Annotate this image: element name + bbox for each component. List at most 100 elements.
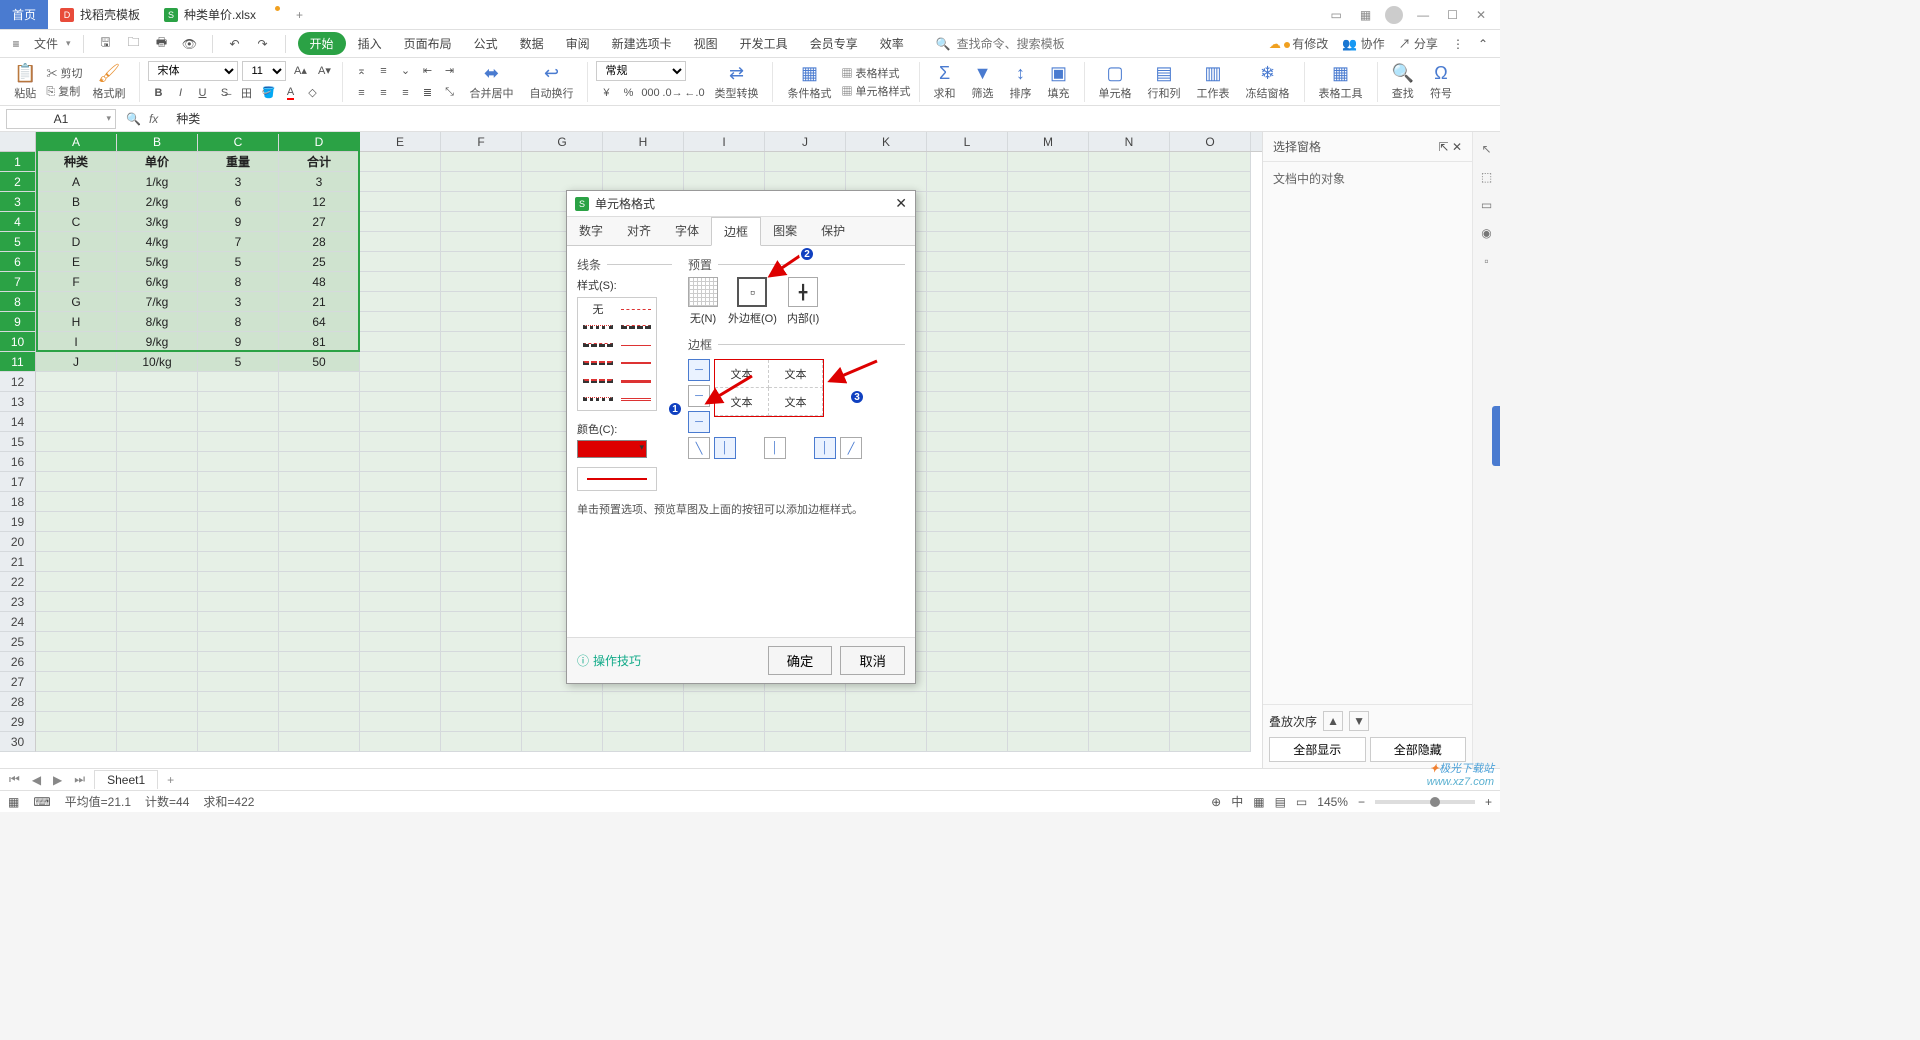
tab-add[interactable]: + bbox=[286, 0, 313, 29]
cell[interactable] bbox=[1008, 312, 1089, 332]
cell[interactable] bbox=[441, 532, 522, 552]
cell[interactable] bbox=[441, 652, 522, 672]
cell[interactable] bbox=[1170, 472, 1251, 492]
rowhead[interactable]: 27 bbox=[0, 672, 36, 692]
border-left-btn[interactable]: │ bbox=[714, 437, 736, 459]
colhead[interactable]: N bbox=[1089, 132, 1170, 151]
cell[interactable] bbox=[198, 612, 279, 632]
cell[interactable] bbox=[1089, 692, 1170, 712]
cell[interactable] bbox=[603, 152, 684, 172]
align-center-icon[interactable]: ≡ bbox=[373, 83, 393, 103]
align-bot-icon[interactable]: ⌄ bbox=[395, 61, 415, 81]
colhead[interactable]: B bbox=[117, 132, 198, 151]
sheet-nav-prev[interactable]: ◀ bbox=[29, 773, 44, 787]
cell[interactable] bbox=[360, 732, 441, 752]
cell[interactable] bbox=[1008, 492, 1089, 512]
cell[interactable] bbox=[360, 492, 441, 512]
cell[interactable] bbox=[1008, 152, 1089, 172]
cell[interactable] bbox=[441, 632, 522, 652]
cell[interactable] bbox=[36, 712, 117, 732]
cell[interactable] bbox=[441, 552, 522, 572]
cell[interactable] bbox=[1089, 652, 1170, 672]
cell[interactable]: 25 bbox=[279, 252, 360, 272]
cell[interactable]: 6 bbox=[198, 192, 279, 212]
cell[interactable] bbox=[279, 732, 360, 752]
side-layout-icon[interactable]: ▭ bbox=[1481, 198, 1492, 212]
menu-layout[interactable]: 页面布局 bbox=[394, 32, 462, 55]
cell[interactable] bbox=[1008, 612, 1089, 632]
cell[interactable] bbox=[279, 392, 360, 412]
style-opt[interactable] bbox=[582, 320, 614, 334]
wrap-button[interactable]: ↩自动换行 bbox=[523, 63, 579, 101]
sheet-nav-next[interactable]: ▶ bbox=[50, 773, 65, 787]
cell[interactable] bbox=[1170, 672, 1251, 692]
cell[interactable] bbox=[117, 372, 198, 392]
cell[interactable] bbox=[1008, 432, 1089, 452]
cell[interactable] bbox=[522, 152, 603, 172]
coop-button[interactable]: 👥 协作 bbox=[1342, 35, 1384, 52]
cell[interactable] bbox=[441, 252, 522, 272]
cell[interactable] bbox=[441, 192, 522, 212]
menu-review[interactable]: 审阅 bbox=[556, 32, 600, 55]
cell[interactable] bbox=[765, 732, 846, 752]
style-opt[interactable] bbox=[620, 392, 652, 406]
align-justify-icon[interactable]: ≣ bbox=[417, 83, 437, 103]
cell[interactable] bbox=[927, 712, 1008, 732]
menu-start[interactable]: 开始 bbox=[298, 32, 346, 55]
cell[interactable]: 9 bbox=[198, 212, 279, 232]
view-break-icon[interactable]: ▭ bbox=[1296, 795, 1307, 809]
cell[interactable]: I bbox=[36, 332, 117, 352]
fillcolor-icon[interactable]: 🪣 bbox=[258, 83, 278, 103]
cell[interactable] bbox=[1089, 472, 1170, 492]
cell[interactable]: 28 bbox=[279, 232, 360, 252]
cell[interactable] bbox=[1008, 572, 1089, 592]
pane-close-icon[interactable]: ✕ bbox=[1452, 140, 1462, 154]
cell[interactable]: 单价 bbox=[117, 152, 198, 172]
cell[interactable] bbox=[1170, 692, 1251, 712]
rowcol-button[interactable]: ▤行和列 bbox=[1142, 63, 1187, 101]
avatar-icon[interactable] bbox=[1385, 6, 1403, 24]
cell[interactable] bbox=[927, 732, 1008, 752]
cell[interactable] bbox=[1008, 412, 1089, 432]
cell[interactable] bbox=[360, 552, 441, 572]
collapse-icon[interactable]: ⌃ bbox=[1478, 37, 1488, 51]
rowhead[interactable]: 23 bbox=[0, 592, 36, 612]
cell[interactable] bbox=[522, 692, 603, 712]
cell[interactable] bbox=[1089, 252, 1170, 272]
cell[interactable] bbox=[117, 732, 198, 752]
cell[interactable] bbox=[117, 432, 198, 452]
cell[interactable]: 1/kg bbox=[117, 172, 198, 192]
status-mode-icon[interactable]: ▦ bbox=[8, 795, 19, 809]
cell[interactable] bbox=[927, 592, 1008, 612]
currency-icon[interactable]: ¥ bbox=[596, 83, 616, 103]
cell[interactable] bbox=[1089, 292, 1170, 312]
rowhead[interactable]: 11 bbox=[0, 352, 36, 372]
cell[interactable] bbox=[927, 192, 1008, 212]
menu-efficiency[interactable]: 效率 bbox=[870, 32, 914, 55]
cell[interactable] bbox=[36, 492, 117, 512]
cell[interactable]: D bbox=[36, 232, 117, 252]
cell[interactable] bbox=[198, 732, 279, 752]
cell[interactable] bbox=[927, 572, 1008, 592]
cell[interactable] bbox=[765, 712, 846, 732]
cell[interactable] bbox=[360, 532, 441, 552]
layout-icon[interactable]: ▭ bbox=[1326, 8, 1345, 22]
cell[interactable] bbox=[1170, 352, 1251, 372]
cell[interactable] bbox=[1089, 452, 1170, 472]
cell[interactable] bbox=[1170, 712, 1251, 732]
orientation-icon[interactable]: ⤡ bbox=[439, 83, 459, 103]
cell[interactable] bbox=[36, 552, 117, 572]
cell[interactable] bbox=[441, 292, 522, 312]
cell[interactable] bbox=[279, 632, 360, 652]
cell[interactable] bbox=[36, 452, 117, 472]
cell[interactable] bbox=[441, 372, 522, 392]
cell[interactable] bbox=[1170, 392, 1251, 412]
dlgtab-pattern[interactable]: 图案 bbox=[761, 217, 809, 245]
cell[interactable] bbox=[117, 552, 198, 572]
cell[interactable] bbox=[927, 372, 1008, 392]
menu-vip[interactable]: 会员专享 bbox=[800, 32, 868, 55]
cell[interactable]: 64 bbox=[279, 312, 360, 332]
cell[interactable] bbox=[927, 252, 1008, 272]
cell[interactable] bbox=[1170, 172, 1251, 192]
rowhead[interactable]: 20 bbox=[0, 532, 36, 552]
